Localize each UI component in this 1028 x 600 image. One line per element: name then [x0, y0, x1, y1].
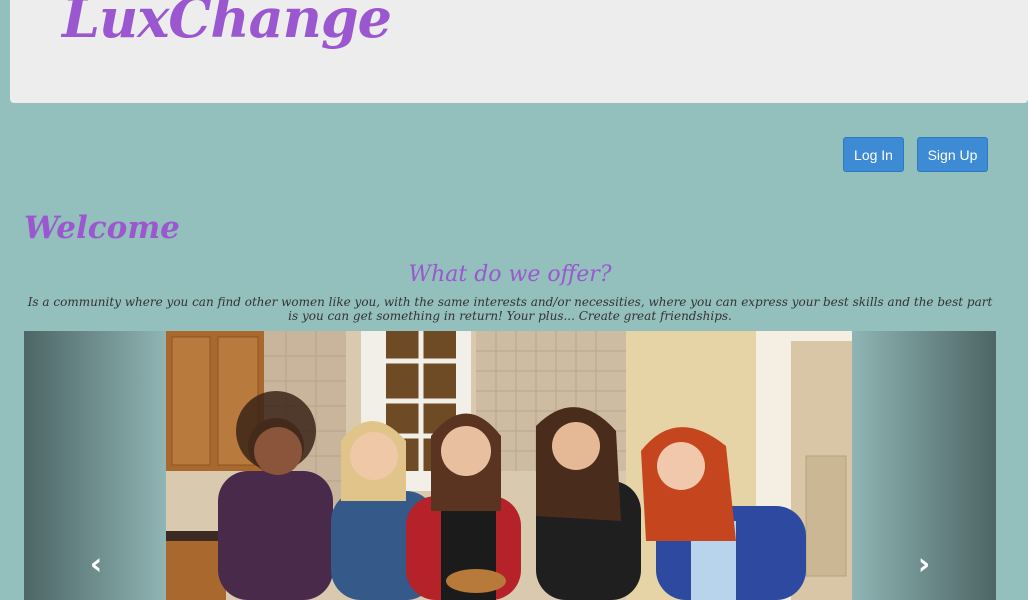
- page: LuxChange Log In Sign Up Welcome What do…: [0, 0, 1028, 600]
- chevron-left-icon[interactable]: ‹: [76, 544, 116, 584]
- image-carousel: ‹ ›: [24, 331, 996, 600]
- login-button[interactable]: Log In: [843, 137, 904, 172]
- carousel-slide-image: [166, 331, 852, 600]
- offer-description: Is a community where you can find other …: [27, 295, 993, 323]
- site-logo[interactable]: LuxChange: [62, 0, 392, 50]
- women-in-kitchen-photo: [166, 331, 852, 600]
- signup-button[interactable]: Sign Up: [917, 137, 988, 172]
- site-header: LuxChange: [10, 0, 1028, 103]
- page-title: Welcome: [24, 210, 180, 246]
- offer-heading: What do we offer?: [408, 262, 612, 287]
- chevron-right-icon[interactable]: ›: [904, 544, 944, 584]
